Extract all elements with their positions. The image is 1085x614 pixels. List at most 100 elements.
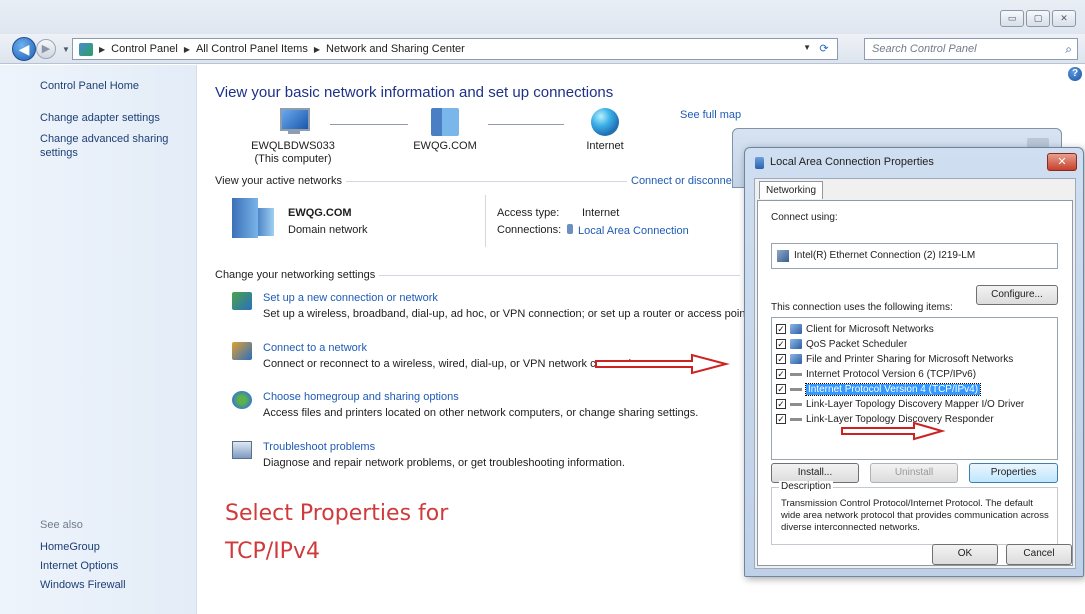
dialog-close-button[interactable]: ✕ xyxy=(1047,153,1077,171)
computer-icon xyxy=(278,108,310,136)
minimize-button[interactable]: ▭ xyxy=(1000,10,1024,27)
breadcrumb-arrow-icon[interactable]: ▶ xyxy=(314,45,320,54)
connection-properties-dialog: Local Area Connection Properties ✕ Netwo… xyxy=(744,147,1084,577)
protocol-icon xyxy=(790,372,802,376)
checkbox[interactable]: ✓ xyxy=(776,324,786,334)
forward-button[interactable]: ▶ xyxy=(36,39,56,59)
breadcrumb-control-panel[interactable]: Control Panel xyxy=(111,43,178,55)
item-label: File and Printer Sharing for Microsoft N… xyxy=(806,353,1014,365)
search-icon[interactable]: ⌕ xyxy=(1065,39,1072,59)
list-item[interactable]: ✓ Client for Microsoft Networks xyxy=(776,322,934,336)
sidebar-link-internet-options[interactable]: Internet Options xyxy=(40,559,118,573)
list-item-selected[interactable]: ✓ Internet Protocol Version 4 (TCP/IPv4) xyxy=(776,382,982,396)
change-settings-heading: Change your networking settings xyxy=(215,269,380,281)
local-area-connection-link[interactable]: Local Area Connection xyxy=(567,224,689,237)
item-label: Link-Layer Topology Discovery Mapper I/O… xyxy=(806,398,1025,410)
task-description: Access files and printers located on oth… xyxy=(263,407,699,419)
divider xyxy=(485,195,486,247)
close-button[interactable]: ✕ xyxy=(1052,10,1076,27)
list-item[interactable]: ✓ QoS Packet Scheduler xyxy=(776,337,907,351)
annotation-line-2: TCP/IPv4 xyxy=(225,539,320,564)
dialog-title: Local Area Connection Properties xyxy=(770,156,934,168)
task-link[interactable]: Set up a new connection or network xyxy=(263,292,438,304)
sidebar-link-homegroup[interactable]: HomeGroup xyxy=(40,540,100,554)
checkbox[interactable]: ✓ xyxy=(776,399,786,409)
sidebar: Control Panel Home Change adapter settin… xyxy=(0,65,197,614)
properties-button[interactable]: Properties xyxy=(969,463,1058,483)
active-network-type: Domain network xyxy=(288,224,368,236)
ethernet-icon xyxy=(567,224,573,234)
item-label: Internet Protocol Version 6 (TCP/IPv6) xyxy=(806,368,977,380)
task-link[interactable]: Troubleshoot problems xyxy=(263,441,375,453)
item-label: QoS Packet Scheduler xyxy=(806,338,908,350)
checkbox[interactable]: ✓ xyxy=(776,384,786,394)
breadcrumb-all-items[interactable]: All Control Panel Items xyxy=(196,43,308,55)
search-placeholder: Search Control Panel xyxy=(872,43,977,55)
checkbox[interactable]: ✓ xyxy=(776,339,786,349)
task-link[interactable]: Choose homegroup and sharing options xyxy=(263,391,459,403)
networking-tab-panel: Connect using: Intel(R) Ethernet Connect… xyxy=(757,200,1073,566)
domain-network-icon xyxy=(431,108,459,136)
search-input[interactable]: Search Control Panel ⌕ xyxy=(864,38,1078,60)
cancel-button[interactable]: Cancel xyxy=(1006,544,1072,565)
list-item[interactable]: ✓ Internet Protocol Version 6 (TCP/IPv6) xyxy=(776,367,976,381)
sidebar-link-adapter-settings[interactable]: Change adapter settings xyxy=(40,111,160,125)
description-heading: Description xyxy=(779,481,834,492)
address-dropdown-icon[interactable]: ▼ xyxy=(803,43,811,52)
map-node-computer: EWQLBDWS033 (This computer) xyxy=(248,108,338,166)
control-panel-icon xyxy=(79,42,93,56)
protocol-icon xyxy=(790,402,802,406)
refresh-icon[interactable]: ⟳ xyxy=(815,40,833,58)
see-full-map-link[interactable]: See full map xyxy=(680,109,741,121)
checkbox[interactable]: ✓ xyxy=(776,414,786,424)
sidebar-link-advanced-sharing[interactable]: Change advanced sharing settings xyxy=(40,132,190,160)
map-node-label: EWQG.COM xyxy=(413,140,477,152)
recent-pages-dropdown[interactable]: ▼ xyxy=(62,45,70,54)
description-text: Transmission Control Protocol/Internet P… xyxy=(781,498,1049,533)
map-node-internet: Internet xyxy=(565,108,645,153)
network-service-icon xyxy=(790,339,802,349)
connect-or-disconnect-link[interactable]: Connect or disconne xyxy=(631,175,732,187)
uninstall-button[interactable]: Uninstall xyxy=(870,463,958,483)
annotation-arrow-icon xyxy=(595,353,730,375)
list-item[interactable]: ✓ File and Printer Sharing for Microsoft… xyxy=(776,352,1013,366)
task-description: Set up a wireless, broadband, dial-up, a… xyxy=(263,308,746,320)
ok-button[interactable]: OK xyxy=(932,544,998,565)
page-title: View your basic network information and … xyxy=(215,84,614,101)
annotation-line-1: Select Properties for xyxy=(225,501,449,526)
breadcrumb-arrow-icon[interactable]: ▶ xyxy=(99,45,105,54)
globe-icon xyxy=(591,108,619,136)
task-description: Diagnose and repair network problems, or… xyxy=(263,457,625,469)
breadcrumb-network-sharing-center[interactable]: Network and Sharing Center xyxy=(326,43,465,55)
map-connector-line xyxy=(330,124,408,125)
install-button[interactable]: Install... xyxy=(771,463,859,483)
help-icon[interactable]: ? xyxy=(1068,67,1082,81)
map-node-label: EWQLBDWS033 xyxy=(251,140,335,152)
connect-using-label: Connect using: xyxy=(771,212,838,223)
task-link[interactable]: Connect to a network xyxy=(263,342,367,354)
maximize-button[interactable]: ▢ xyxy=(1026,10,1050,27)
protocol-icon xyxy=(790,387,802,391)
access-type-value: Internet xyxy=(582,207,620,219)
sidebar-link-home[interactable]: Control Panel Home xyxy=(40,79,139,93)
tab-networking[interactable]: Networking xyxy=(759,181,824,199)
window-controls: ▭ ▢ ✕ xyxy=(1000,10,1076,27)
back-button[interactable]: ◀ xyxy=(12,37,36,61)
active-networks-heading: View your active networks xyxy=(215,175,346,187)
new-connection-icon xyxy=(232,292,252,310)
window-titlebar: ▭ ▢ ✕ xyxy=(0,0,1085,34)
active-network-name: EWQG.COM xyxy=(288,207,352,219)
description-group: Description Transmission Control Protoco… xyxy=(771,481,1058,545)
map-node-sublabel: (This computer) xyxy=(254,153,332,165)
map-connector-line xyxy=(488,124,564,125)
connections-label: Connections: xyxy=(497,224,562,236)
dialog-body: Networking Connect using: Intel(R) Ether… xyxy=(754,178,1076,569)
address-bar[interactable]: ▶ Control Panel ▶ All Control Panel Item… xyxy=(72,38,838,60)
list-item[interactable]: ✓ Link-Layer Topology Discovery Mapper I… xyxy=(776,397,1024,411)
configure-button[interactable]: Configure... xyxy=(976,285,1058,305)
sidebar-link-windows-firewall[interactable]: Windows Firewall xyxy=(40,578,126,592)
breadcrumb-arrow-icon[interactable]: ▶ xyxy=(184,45,190,54)
checkbox[interactable]: ✓ xyxy=(776,354,786,364)
network-icon xyxy=(755,157,764,169)
checkbox[interactable]: ✓ xyxy=(776,369,786,379)
